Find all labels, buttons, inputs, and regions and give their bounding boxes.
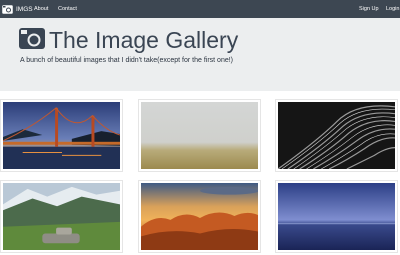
gallery-image-bridge[interactable] — [0, 99, 123, 172]
navbar: IMGS About Contact Sign Up Login — [0, 0, 400, 18]
page-title: The Image Gallery — [49, 27, 239, 53]
sign-up-link[interactable]: Sign Up — [359, 0, 379, 18]
gallery-image-fog[interactable] — [138, 99, 261, 172]
gallery-image-ocean[interactable] — [275, 180, 398, 253]
gallery-image-architecture[interactable] — [275, 99, 398, 172]
gallery-image-mountains[interactable] — [0, 180, 123, 253]
mountains-photo — [3, 183, 120, 250]
gallery-image-sunset-clouds[interactable] — [138, 180, 261, 253]
ocean-photo — [278, 183, 395, 250]
sunset-clouds-photo — [141, 183, 258, 250]
nav-link-contact[interactable]: Contact — [58, 0, 77, 18]
hero-section: The Image Gallery A bunch of beautiful i… — [0, 18, 400, 91]
architecture-photo — [278, 102, 395, 169]
camera-icon — [2, 4, 13, 14]
nav-link-about[interactable]: About — [34, 0, 48, 18]
camera-icon — [19, 28, 45, 49]
login-link[interactable]: Login — [386, 0, 399, 18]
brand-label: IMGS — [16, 5, 33, 13]
bridge-photo — [3, 102, 120, 169]
brand-link[interactable]: IMGS — [2, 2, 33, 16]
fog-photo — [141, 102, 258, 169]
page-subtitle: A bunch of beautiful images that I didn'… — [20, 57, 234, 64]
